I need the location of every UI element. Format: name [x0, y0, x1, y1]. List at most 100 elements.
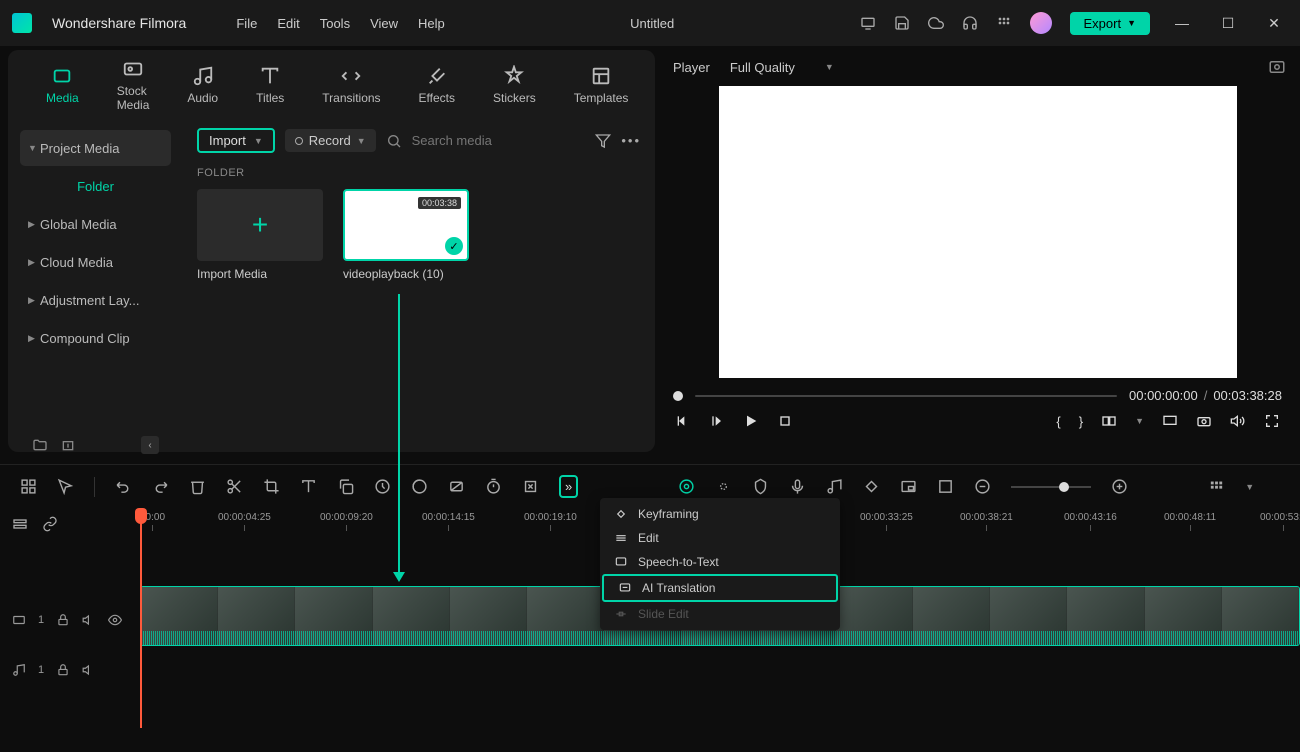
- sidebar-cloud-media[interactable]: ▶Cloud Media: [20, 244, 171, 280]
- mark-out-icon[interactable]: }: [1079, 414, 1083, 429]
- cut-icon[interactable]: [226, 478, 243, 495]
- video-preview[interactable]: [719, 86, 1237, 378]
- mask-icon[interactable]: [448, 478, 465, 495]
- avatar[interactable]: [1030, 12, 1052, 34]
- volume-icon[interactable]: [1230, 413, 1246, 429]
- audio-track[interactable]: [140, 652, 1300, 676]
- display-icon[interactable]: [1162, 413, 1178, 429]
- menu-help[interactable]: Help: [418, 16, 445, 31]
- menu-edit[interactable]: Edit: [277, 16, 299, 31]
- export-button[interactable]: Export▼: [1070, 12, 1151, 35]
- close-button[interactable]: ✕: [1260, 15, 1288, 32]
- headphones-icon[interactable]: [962, 15, 978, 31]
- render-icon[interactable]: [715, 478, 732, 495]
- tab-audio[interactable]: Audio: [187, 65, 218, 105]
- frame-icon[interactable]: [937, 478, 954, 495]
- sidebar-adjustment-layer[interactable]: ▶Adjustment Lay...: [20, 282, 171, 318]
- crop-icon[interactable]: [263, 478, 280, 495]
- plus-icon: +: [252, 209, 268, 241]
- media-item-1[interactable]: 00:03:38 ✓ videoplayback (10): [343, 189, 469, 281]
- zoom-out-icon[interactable]: [974, 478, 991, 495]
- scrubber[interactable]: 00:00:00:00/00:03:38:28: [669, 378, 1286, 413]
- quality-select[interactable]: Full Quality▼: [730, 60, 834, 75]
- stop-icon[interactable]: [777, 413, 793, 429]
- tab-stickers[interactable]: Stickers: [493, 65, 536, 105]
- tab-transitions[interactable]: Transitions: [322, 65, 380, 105]
- folder-add-icon[interactable]: [32, 437, 48, 453]
- link-icon[interactable]: [42, 516, 58, 532]
- tab-media[interactable]: Media: [46, 65, 79, 105]
- marker-icon[interactable]: [752, 478, 769, 495]
- speed-icon[interactable]: [374, 478, 391, 495]
- tab-titles[interactable]: Titles: [256, 65, 284, 105]
- video-track-icon: [12, 613, 26, 627]
- mute-icon[interactable]: [82, 613, 96, 627]
- import-button[interactable]: Import▼: [197, 128, 275, 153]
- playhead[interactable]: [140, 508, 142, 728]
- layout-icon[interactable]: [20, 478, 37, 495]
- eye-icon[interactable]: [108, 613, 122, 627]
- ctx-edit[interactable]: Edit: [600, 526, 840, 550]
- menu-file[interactable]: File: [236, 16, 257, 31]
- search-input[interactable]: [412, 133, 532, 148]
- delete-icon[interactable]: [189, 478, 206, 495]
- color-icon[interactable]: [411, 478, 428, 495]
- step-back-icon[interactable]: [709, 413, 725, 429]
- ctx-ai-translation[interactable]: AI Translation: [602, 574, 838, 602]
- filter-icon[interactable]: [595, 133, 611, 149]
- cursor-icon[interactable]: [57, 478, 74, 495]
- save-icon[interactable]: [894, 15, 910, 31]
- menu-view[interactable]: View: [370, 16, 398, 31]
- cloud-icon[interactable]: [928, 15, 944, 31]
- collapse-sidebar-button[interactable]: ‹: [141, 436, 159, 454]
- undo-icon[interactable]: [115, 478, 132, 495]
- more-icon[interactable]: •••: [621, 133, 641, 148]
- copy-icon[interactable]: [337, 478, 354, 495]
- bin-add-icon[interactable]: [60, 437, 76, 453]
- view-mode-icon[interactable]: [1208, 478, 1225, 495]
- tab-stock-media[interactable]: Stock Media: [117, 58, 150, 112]
- track-add-icon[interactable]: [12, 516, 28, 532]
- record-button[interactable]: Record▼: [285, 129, 376, 152]
- voiceover-icon[interactable]: [789, 478, 806, 495]
- compare-icon[interactable]: [1101, 413, 1117, 429]
- fit-icon[interactable]: [522, 478, 539, 495]
- pip-icon[interactable]: [900, 478, 917, 495]
- mark-in-icon[interactable]: {: [1056, 414, 1060, 429]
- media-area: Import▼ Record▼ ••• FOLDER + Import Medi…: [183, 122, 655, 470]
- timer-icon[interactable]: [485, 478, 502, 495]
- text-icon[interactable]: [300, 478, 317, 495]
- expand-tools-button[interactable]: »: [559, 475, 578, 498]
- minimize-button[interactable]: ―: [1168, 15, 1196, 31]
- fullscreen-icon[interactable]: [1264, 413, 1280, 429]
- import-media-tile[interactable]: + Import Media: [197, 189, 323, 281]
- document-title: Untitled: [465, 16, 840, 31]
- redo-icon[interactable]: [152, 478, 169, 495]
- keyframe-icon[interactable]: [863, 478, 880, 495]
- mute-icon[interactable]: [82, 663, 96, 677]
- sidebar-project-media[interactable]: ▼Project Media: [20, 130, 171, 166]
- lock-icon[interactable]: [56, 663, 70, 677]
- maximize-button[interactable]: ☐: [1214, 15, 1242, 32]
- folder-section-label: FOLDER: [197, 167, 641, 179]
- ai-icon[interactable]: [678, 478, 695, 495]
- sidebar-compound-clip[interactable]: ▶Compound Clip: [20, 320, 171, 356]
- zoom-in-icon[interactable]: [1111, 478, 1128, 495]
- snapshot-icon[interactable]: [1268, 58, 1286, 76]
- sidebar-global-media[interactable]: ▶Global Media: [20, 206, 171, 242]
- play-icon[interactable]: [743, 413, 759, 429]
- lock-icon[interactable]: [56, 613, 70, 627]
- camera-icon[interactable]: [1196, 413, 1212, 429]
- menu-tools[interactable]: Tools: [320, 16, 350, 31]
- prev-frame-icon[interactable]: [675, 413, 691, 429]
- grid-icon[interactable]: [996, 15, 1012, 31]
- audio-mix-icon[interactable]: [826, 478, 843, 495]
- tab-templates[interactable]: Templates: [574, 65, 629, 105]
- tab-effects[interactable]: Effects: [419, 65, 455, 105]
- sidebar-folder[interactable]: Folder: [20, 168, 171, 204]
- time-current: 00:00:00:00: [1129, 388, 1198, 403]
- screen-icon[interactable]: [860, 15, 876, 31]
- ctx-keyframing[interactable]: Keyframing: [600, 502, 840, 526]
- zoom-slider[interactable]: [1011, 486, 1091, 488]
- ctx-speech-to-text[interactable]: Speech-to-Text: [600, 550, 840, 574]
